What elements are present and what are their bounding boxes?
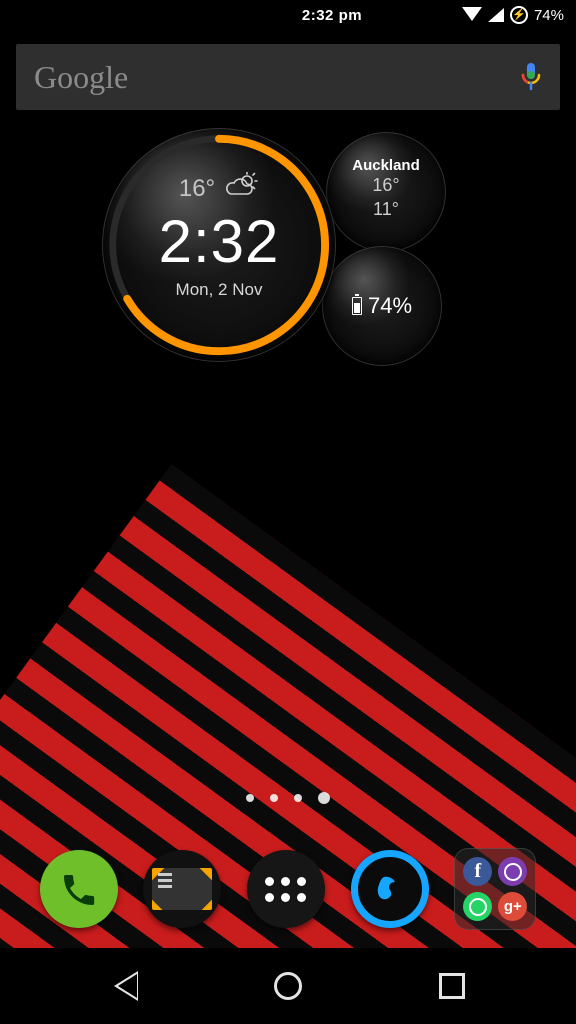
page-dot[interactable] <box>270 794 278 802</box>
page-indicator[interactable] <box>0 794 576 804</box>
google-search-widget[interactable]: Google <box>16 44 560 110</box>
mail-icon <box>152 868 212 910</box>
battery-bubble[interactable]: 74% <box>322 246 442 366</box>
battery-charging-icon: ⚡ <box>510 6 528 24</box>
recent-apps-button[interactable] <box>412 973 492 999</box>
home-icon <box>274 972 302 1000</box>
progress-ring-icon <box>106 132 332 358</box>
status-time: 2:32 pm <box>302 7 362 24</box>
status-bar: 2:32 pm ⚡ 74% <box>0 0 576 30</box>
city-low-temp: 11° <box>373 198 399 221</box>
phone-icon <box>59 870 99 910</box>
home-button[interactable] <box>248 972 328 1000</box>
city-high-temp: 16° <box>372 174 399 197</box>
browser-app[interactable] <box>351 850 429 928</box>
clock-bubble[interactable]: 16° 2:32 Mon, 2 Nov <box>102 128 336 362</box>
app-drawer-button[interactable] <box>247 850 325 928</box>
google-plus-app-icon[interactable]: g+ <box>498 892 527 921</box>
globe-icon <box>370 869 410 909</box>
city-name: Auckland <box>352 157 420 174</box>
page-dot[interactable] <box>246 794 254 802</box>
voice-search-icon[interactable] <box>520 62 542 92</box>
cell-signal-icon <box>488 8 504 22</box>
status-battery: 74% <box>534 7 564 24</box>
email-app[interactable] <box>143 850 221 928</box>
navigation-bar <box>0 948 576 1024</box>
page-dot[interactable] <box>294 794 302 802</box>
whatsapp-app-icon[interactable] <box>463 892 492 921</box>
phone-app[interactable] <box>40 850 118 928</box>
app-drawer-icon <box>265 877 306 902</box>
google-logo: Google <box>34 59 128 96</box>
back-button[interactable] <box>84 971 164 1001</box>
viber-app-icon[interactable] <box>498 857 527 886</box>
page-dot-active[interactable] <box>318 792 330 804</box>
facebook-app-icon[interactable]: f <box>463 857 492 886</box>
recent-icon <box>439 973 465 999</box>
dock: f g+ <box>0 848 576 930</box>
back-icon <box>112 971 136 1001</box>
battery-percent: 74% <box>368 293 412 319</box>
battery-icon <box>352 297 362 315</box>
wifi-icon <box>462 7 482 21</box>
clock-weather-widget[interactable]: Auckland 16° 11° 74% 16° <box>0 128 576 388</box>
weather-city-bubble[interactable]: Auckland 16° 11° <box>326 132 446 252</box>
social-folder[interactable]: f g+ <box>454 848 536 930</box>
